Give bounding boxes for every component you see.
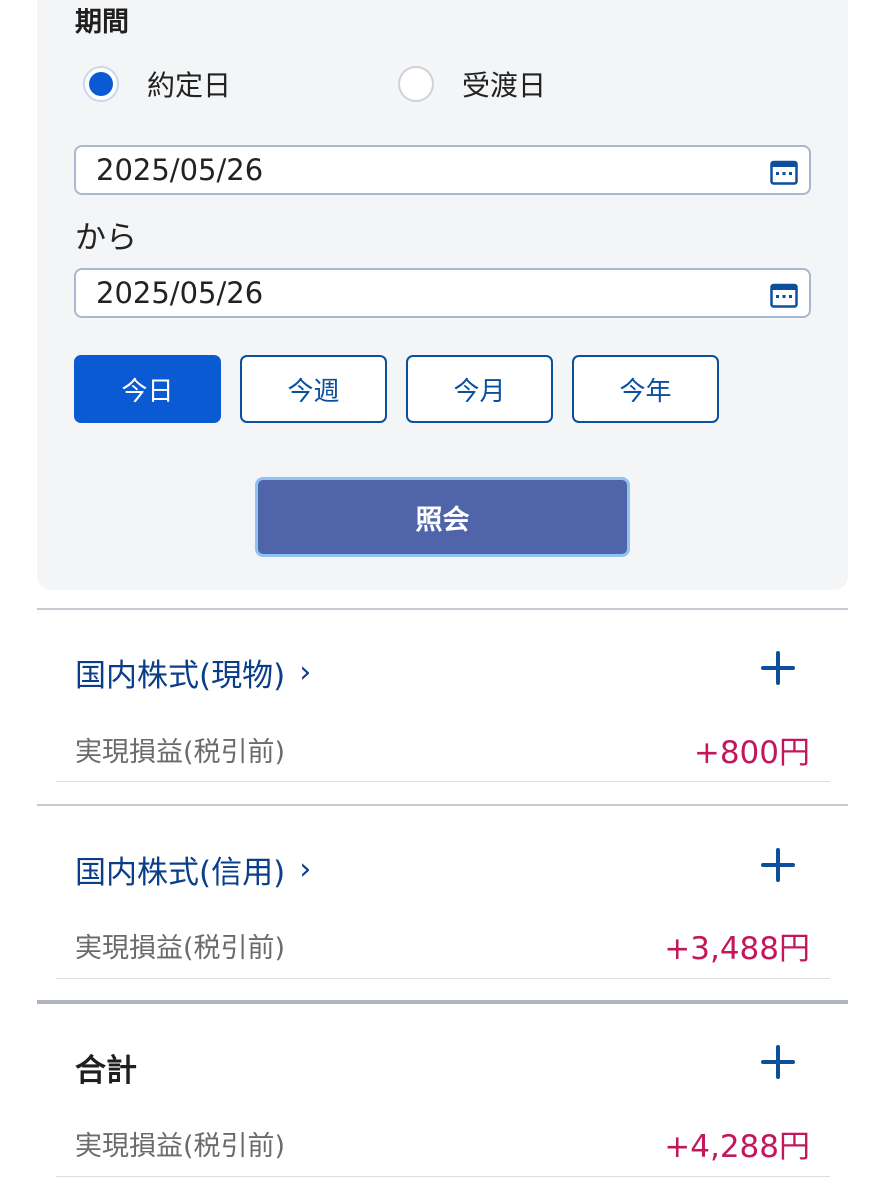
realized-pl-value: +4,288円	[664, 1129, 810, 1165]
this-year-button[interactable]: 今年	[572, 355, 719, 423]
realized-pl-label: 実現損益(税引前)	[75, 933, 286, 964]
plus-icon[interactable]	[761, 848, 795, 882]
date-range-separator: から	[75, 220, 137, 256]
calendar-icon[interactable]	[770, 282, 798, 308]
divider	[37, 608, 848, 610]
section-title-margin-stocks[interactable]: 国内株式(信用) ›	[75, 847, 311, 892]
radio-settlement-date[interactable]: 受渡日	[398, 62, 546, 106]
row-divider	[56, 1176, 830, 1177]
date-from-field[interactable]	[74, 145, 811, 195]
radio-circle-unchecked[interactable]	[398, 66, 434, 102]
date-from-input[interactable]	[96, 153, 716, 187]
calendar-icon[interactable]	[770, 159, 798, 185]
row-divider	[56, 978, 830, 979]
radio-label-settlement-date: 受渡日	[462, 69, 547, 102]
radio-circle-checked[interactable]	[83, 66, 119, 102]
date-to-input[interactable]	[96, 276, 716, 310]
period-label: 期間	[75, 7, 129, 38]
divider	[37, 804, 848, 806]
divider-total	[37, 1000, 848, 1004]
section-title-cash-stocks[interactable]: 国内株式(現物) ›	[75, 650, 311, 695]
date-to-field[interactable]	[74, 268, 811, 318]
chevron-right-icon: ›	[299, 655, 312, 690]
radio-trade-date[interactable]: 約定日	[83, 62, 231, 106]
row-divider	[56, 781, 830, 782]
query-button[interactable]: 照会	[255, 477, 630, 557]
this-month-button[interactable]: 今月	[406, 355, 553, 423]
section-title-label: 国内株式(信用)	[75, 855, 286, 891]
realized-pl-label: 実現損益(税引前)	[75, 1131, 286, 1162]
today-button[interactable]: 今日	[74, 355, 221, 423]
realized-pl-value: +800円	[693, 735, 810, 771]
total-title: 合計	[75, 1053, 137, 1089]
realized-pl-value: +3,488円	[664, 931, 810, 967]
radio-label-trade-date: 約定日	[147, 69, 232, 102]
plus-icon[interactable]	[761, 651, 795, 685]
chevron-right-icon: ›	[299, 852, 312, 887]
realized-pl-label: 実現損益(税引前)	[75, 737, 286, 768]
this-week-button[interactable]: 今週	[240, 355, 387, 423]
section-title-label: 国内株式(現物)	[75, 658, 286, 694]
plus-icon[interactable]	[761, 1045, 795, 1079]
